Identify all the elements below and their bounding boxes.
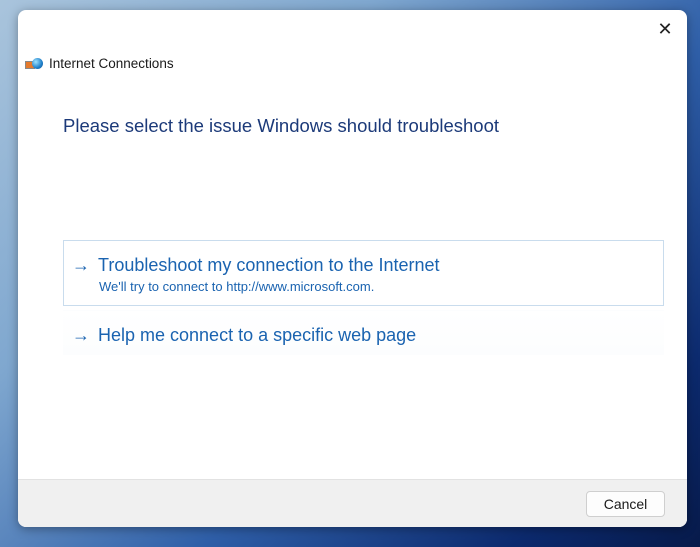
app-title: Internet Connections	[49, 56, 174, 71]
option-description: We'll try to connect to http://www.micro…	[99, 279, 375, 294]
arrow-right-icon: →	[72, 325, 90, 345]
page-title: Please select the issue Windows should t…	[63, 115, 500, 136]
dialog-footer: Cancel	[18, 479, 687, 527]
close-icon: ✕	[657, 19, 673, 39]
cancel-button[interactable]: Cancel	[586, 491, 665, 517]
option-label: Help me connect to a specific web page	[98, 325, 417, 345]
close-button[interactable]: ✕	[653, 18, 677, 42]
internet-connections-icon	[25, 57, 43, 71]
arrow-right-icon: →	[72, 255, 90, 275]
option-specific-web-page[interactable]: → Help me connect to a specific web page	[63, 310, 664, 356]
option-label: Troubleshoot my connection to the Intern…	[98, 255, 440, 275]
dialog-header: Internet Connections	[25, 56, 174, 71]
troubleshooter-dialog: ✕ Internet Connections Please select the…	[18, 10, 687, 527]
option-troubleshoot-internet[interactable]: → Troubleshoot my connection to the Inter…	[63, 240, 664, 306]
